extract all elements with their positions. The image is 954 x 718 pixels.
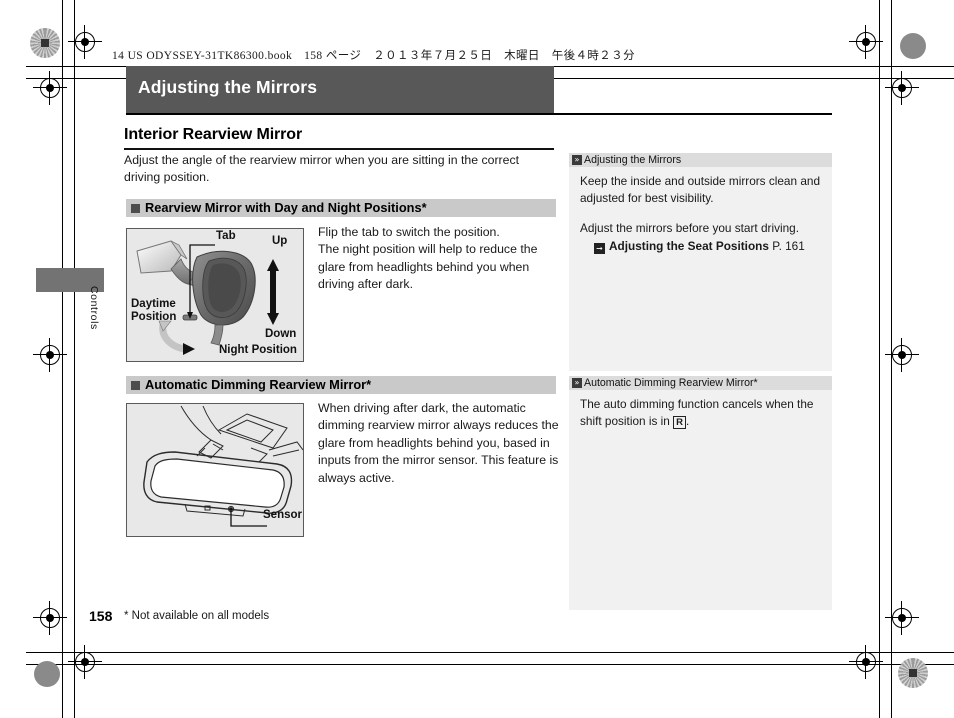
xref-arrow-icon: ➞ — [594, 242, 605, 254]
color-target-mark — [30, 28, 60, 58]
intro-paragraph: Adjust the angle of the rearview mirror … — [124, 153, 520, 184]
page-title-rule — [124, 148, 554, 150]
crop-line — [26, 652, 954, 653]
crop-line — [26, 664, 954, 665]
section-heading-label: Automatic Dimming Rearview Mirror* — [145, 377, 372, 392]
cross-reference-label: Adjusting the Seat Positions — [609, 238, 769, 253]
chapter-title: Adjusting the Mirrors — [138, 77, 318, 97]
chapter-tab-label: Controls — [88, 286, 100, 330]
sidebar-note-header: » Automatic Dimming Rearview Mirror* — [569, 376, 832, 390]
footnote: * Not available on all models — [124, 610, 270, 622]
figure-label-daytime-position: Daytime Position — [131, 298, 177, 323]
sidebar-note-body: Keep the inside and outside mirrors clea… — [580, 173, 822, 254]
sidebar-note-paragraph: The auto dimming function cancels when t… — [580, 396, 822, 429]
sidebar-note-text-post: . — [685, 413, 690, 428]
chapter-title-bar: Adjusting the Mirrors — [126, 66, 554, 114]
section-body-rearview-day-night: Flip the tab to switch the position. The… — [318, 225, 538, 292]
registration-mark-top-right — [849, 25, 883, 59]
sidebar-note-body: The auto dimming function cancels when t… — [580, 396, 822, 429]
sidebar-note-automatic-dimming: » Automatic Dimming Rearview Mirror* The… — [569, 376, 832, 610]
crop-line — [74, 0, 75, 718]
note-marker-icon: » — [572, 378, 582, 388]
sidebar-note-header: » Adjusting the Mirrors — [569, 153, 832, 167]
shift-position-badge: R — [673, 415, 686, 429]
density-dot-top-right — [900, 33, 926, 59]
crop-line — [879, 0, 880, 718]
density-dot-bottom-left — [34, 661, 60, 687]
figure-label-up: Up — [272, 235, 288, 247]
page-title: Interior Rearview Mirror — [124, 126, 303, 143]
crop-line — [62, 0, 63, 718]
note-marker-icon: » — [572, 155, 582, 165]
figure-label-sensor: Sensor — [263, 509, 302, 521]
title-underline — [126, 113, 832, 115]
figure-label-night-position: Night Position — [219, 344, 297, 356]
cross-reference-link[interactable]: ➞ Adjusting the Seat Positions P. 161 — [594, 238, 822, 255]
sidebar-note-paragraph: Adjust the mirrors before you start driv… — [580, 220, 822, 254]
section-heading-auto-dimming: Automatic Dimming Rearview Mirror* — [126, 376, 556, 394]
sidebar-note-text-pre: The auto dimming function cancels when t… — [580, 397, 814, 428]
color-target-mark-bottom-right — [898, 658, 928, 688]
bullet-square-icon — [131, 204, 140, 213]
crop-line — [891, 0, 892, 718]
cross-reference-page: P. 161 — [772, 238, 805, 253]
sidebar-note-title: Automatic Dimming Rearview Mirror* — [584, 377, 758, 389]
registration-mark-bottom-center-right — [849, 645, 883, 679]
figure-label-down: Down — [265, 328, 297, 340]
section-heading-label: Rearview Mirror with Day and Night Posit… — [145, 200, 427, 215]
print-header-line: 14 US ODYSSEY-31TK86300.book 158 ページ ２０１… — [112, 50, 635, 62]
sidebar-note-title: Adjusting the Mirrors — [584, 154, 682, 166]
section-body-auto-dimming: When driving after dark, the automatic d… — [318, 401, 559, 485]
rearview-mirror-day-night-svg — [136, 240, 279, 355]
sidebar-note-paragraph: Keep the inside and outside mirrors clea… — [580, 174, 821, 205]
section-heading-rearview-day-night: Rearview Mirror with Day and Night Posit… — [126, 199, 556, 217]
figure-label-tab: Tab — [216, 230, 236, 242]
figure-rearview-mirror-day-night — [126, 228, 304, 362]
sidebar-note-adjusting-the-mirrors: » Adjusting the Mirrors Keep the inside … — [569, 153, 832, 371]
page-number: 158 — [89, 608, 113, 624]
bullet-square-icon — [131, 381, 140, 390]
sidebar-note-paragraph-text: Adjust the mirrors before you start driv… — [580, 221, 799, 235]
